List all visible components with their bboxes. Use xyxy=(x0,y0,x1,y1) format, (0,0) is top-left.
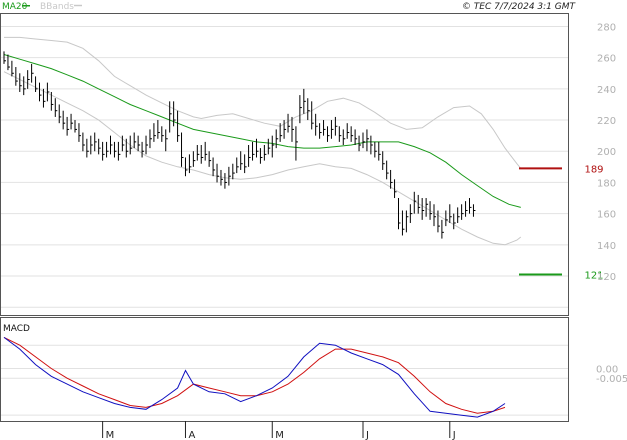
month-label: J xyxy=(452,430,456,440)
price-tick-label: 160 xyxy=(597,210,616,221)
price-tick-label: 280 xyxy=(597,22,616,33)
price-tick-label: 220 xyxy=(597,116,616,127)
price-panel-frame xyxy=(0,13,569,316)
macd-tick-label: -0.005 xyxy=(596,374,627,385)
bbands-legend: BBands xyxy=(40,2,74,12)
price-panel: 189121 280260240220200180160140120 MA20 … xyxy=(0,2,616,316)
ma-legend: MA20 xyxy=(2,2,28,12)
x-axis: MAMJJ xyxy=(102,421,456,440)
stock-chart: 189121 280260240220200180160140120 MA20 … xyxy=(0,2,627,440)
level-label-189: 189 xyxy=(584,164,603,175)
price-tick-label: 200 xyxy=(597,147,616,158)
price-tick-label: 120 xyxy=(597,272,616,283)
macd-title: MACD xyxy=(3,324,30,334)
month-label: J xyxy=(365,430,369,440)
price-tick-label: 240 xyxy=(597,85,616,96)
macd-panel-frame xyxy=(0,317,569,422)
price-axis: 280 260 240 220 200 180 160 140 120 xyxy=(597,22,616,283)
price-tick-label: 260 xyxy=(597,54,616,65)
macd-panel: 0.00-0.005 MACD xyxy=(0,317,627,422)
price-tick-label: 140 xyxy=(597,241,616,252)
price-tick-label: 180 xyxy=(597,178,616,189)
copyright-stamp: © TEC 7/7/2024 3:1 GMT xyxy=(462,2,577,12)
month-label: M xyxy=(275,430,284,440)
month-label: A xyxy=(188,430,195,440)
month-label: M xyxy=(106,430,115,440)
macd-axis: 0.00-0.005 xyxy=(596,365,627,386)
